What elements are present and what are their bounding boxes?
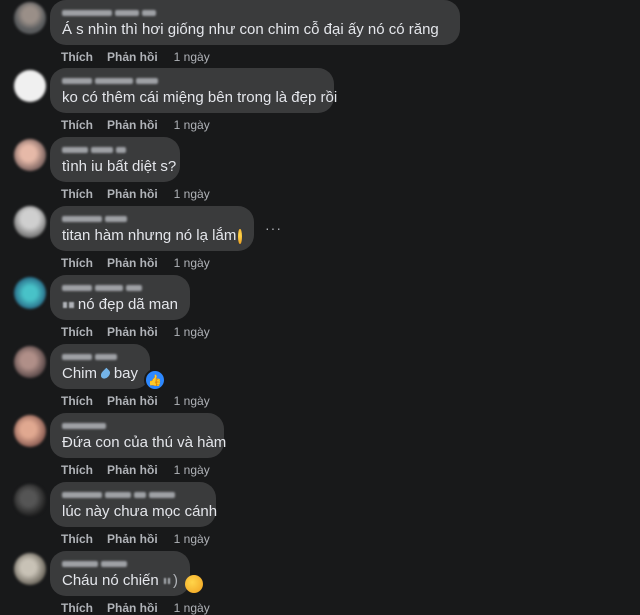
comment-actions: Thích Phản hồi 1 ngày (61, 394, 210, 408)
droplet-icon (99, 367, 112, 381)
blurred-mention (163, 578, 166, 584)
comment-actions: Thích Phản hồi 1 ngày (61, 50, 210, 64)
reply-button[interactable]: Phản hồi (107, 256, 158, 270)
like-button[interactable]: Thích (61, 601, 93, 615)
comment-text: titan hàm nhưng nó lạ lắm (62, 226, 242, 246)
comment-actions: Thích Phản hồi 1 ngày (61, 601, 210, 615)
comment-bubble: titan hàm nhưng nó lạ lắm (50, 206, 254, 251)
like-button[interactable]: Thích (61, 50, 93, 64)
timestamp[interactable]: 1 ngày (174, 532, 210, 546)
comment-actions: Thích Phản hồi 1 ngày (61, 463, 210, 477)
comment-bubble: Á s nhìn thì hơi giống như con chim cỗ đ… (50, 0, 460, 45)
commenter-name[interactable] (62, 6, 448, 20)
like-icon[interactable]: 👍 (144, 369, 166, 391)
like-button[interactable]: Thích (61, 463, 93, 477)
avatar[interactable] (14, 415, 46, 447)
timestamp[interactable]: 1 ngày (174, 187, 210, 201)
commenter-name[interactable] (62, 557, 178, 571)
like-button[interactable]: Thích (61, 325, 93, 339)
sweat-smile-emoji-icon (238, 228, 242, 244)
avatar[interactable] (14, 277, 46, 309)
comment-actions: Thích Phản hồi 1 ngày (61, 187, 210, 201)
like-button[interactable]: Thích (61, 118, 93, 132)
timestamp[interactable]: 1 ngày (174, 325, 210, 339)
blush-emoji-icon (185, 575, 203, 593)
comment-text: Chim bay (62, 365, 138, 382)
reply-button[interactable]: Phản hồi (107, 118, 158, 132)
comment-actions: Thích Phản hồi 1 ngày (61, 118, 210, 132)
timestamp[interactable]: 1 ngày (174, 394, 210, 408)
timestamp[interactable]: 1 ngày (174, 463, 210, 477)
comment-bubble: Đứa con của thú và hàm (50, 413, 227, 458)
more-options-icon[interactable]: ··· (265, 220, 282, 236)
commenter-name[interactable] (62, 419, 212, 433)
like-button[interactable]: Thích (61, 532, 93, 546)
comment-bubble: nó đẹp dã man (50, 275, 190, 320)
avatar[interactable] (14, 70, 46, 102)
comment-text: Đứa con của thú và hàm (62, 434, 227, 451)
comment-text: tình iu bất diệt s? (62, 158, 177, 175)
comment-bubble: Chim bay (50, 344, 150, 389)
avatar[interactable] (14, 139, 46, 171)
avatar[interactable] (14, 206, 46, 238)
comment-bubble: Cháu nó chiến ) (50, 551, 190, 596)
timestamp[interactable]: 1 ngày (174, 601, 210, 615)
reply-button[interactable]: Phản hồi (107, 463, 158, 477)
commenter-name[interactable] (62, 74, 322, 88)
comment-actions: Thích Phản hồi 1 ngày (61, 532, 210, 546)
reply-button[interactable]: Phản hồi (107, 532, 158, 546)
commenter-name[interactable] (62, 212, 242, 226)
blurred-mention (63, 302, 68, 308)
comment-text: Á s nhìn thì hơi giống như con chim cỗ đ… (62, 20, 449, 40)
blurred-mention (167, 578, 170, 584)
comment-text: ko có thêm cái miệng bên trong là đẹp rồ… (62, 89, 338, 106)
commenter-name[interactable] (62, 488, 204, 502)
comment-bubble: lúc này chưa mọc cánh (50, 482, 218, 527)
like-button[interactable]: Thích (61, 394, 93, 408)
reply-button[interactable]: Phản hồi (107, 325, 158, 339)
like-button[interactable]: Thích (61, 256, 93, 270)
reply-button[interactable]: Phản hồi (107, 601, 158, 615)
comment-bubble: ko có thêm cái miệng bên trong là đẹp rồ… (50, 68, 338, 113)
avatar[interactable] (14, 553, 46, 585)
comment-actions: Thích Phản hồi 1 ngày (61, 256, 210, 270)
comment-bubble: tình iu bất diệt s? (50, 137, 180, 182)
comment-text: nó đẹp dã man (62, 295, 178, 315)
comment-text: lúc này chưa mọc cánh (62, 503, 218, 520)
avatar[interactable] (14, 346, 46, 378)
commenter-name[interactable] (62, 350, 138, 364)
reply-button[interactable]: Phản hồi (107, 394, 158, 408)
commenter-name[interactable] (62, 281, 178, 295)
timestamp[interactable]: 1 ngày (174, 118, 210, 132)
reply-button[interactable]: Phản hồi (107, 187, 158, 201)
reply-button[interactable]: Phản hồi (107, 50, 158, 64)
droplet-icon (441, 26, 449, 34)
avatar[interactable] (14, 2, 46, 34)
avatar[interactable] (14, 484, 46, 516)
blurred-mention: ) (173, 572, 178, 589)
comment-actions: Thích Phản hồi 1 ngày (61, 325, 210, 339)
comment-text: Cháu nó chiến ) (62, 572, 178, 589)
timestamp[interactable]: 1 ngày (174, 256, 210, 270)
blurred-mention (69, 302, 74, 308)
timestamp[interactable]: 1 ngày (174, 50, 210, 64)
like-button[interactable]: Thích (61, 187, 93, 201)
commenter-name[interactable] (62, 143, 168, 157)
